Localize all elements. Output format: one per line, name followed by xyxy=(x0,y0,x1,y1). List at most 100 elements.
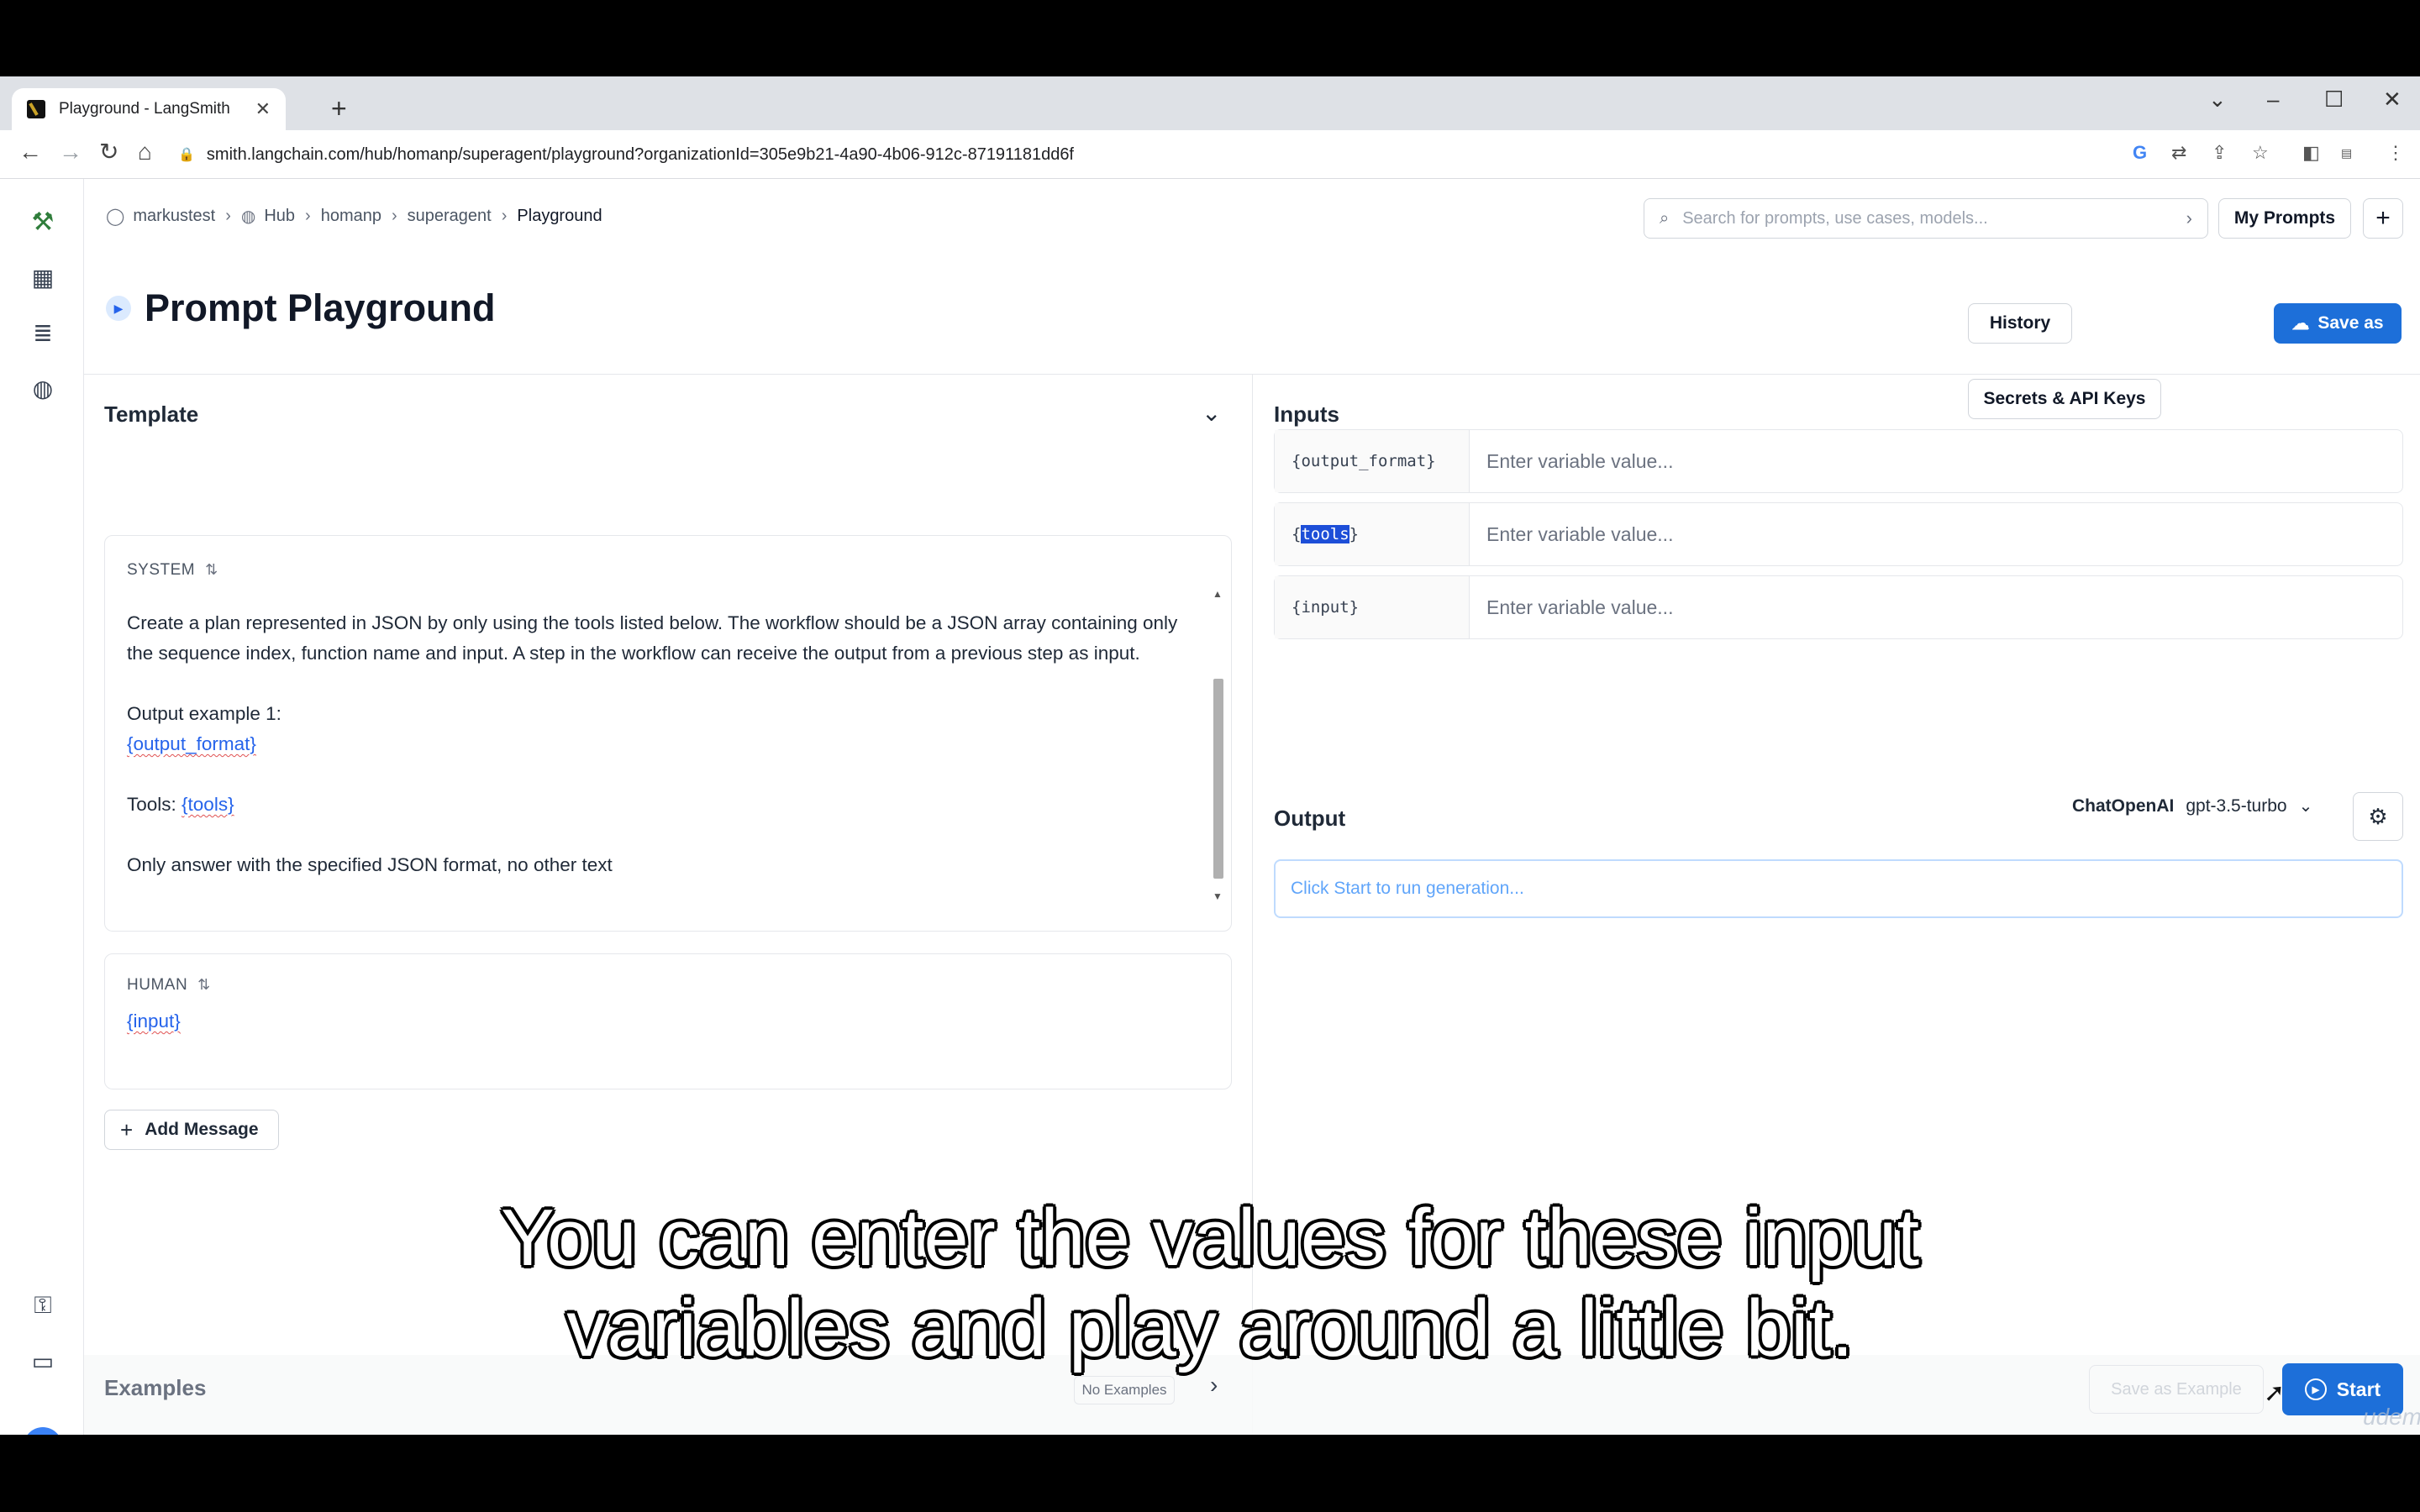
scroll-up-icon[interactable]: ▲ xyxy=(1213,588,1223,600)
chevron-right-icon: › xyxy=(225,207,231,225)
extension-icon[interactable]: ▤ xyxy=(2341,147,2352,159)
subtitle-line-1: You can enter the values for these input xyxy=(500,1193,1920,1283)
variable-value-input[interactable]: Enter variable value... xyxy=(1470,503,2402,565)
output-format-variable: {output_format} xyxy=(127,733,256,754)
scroll-down-icon[interactable]: ▼ xyxy=(1213,890,1223,902)
history-button[interactable]: History xyxy=(1968,303,2072,344)
system-scrollbar[interactable]: ▲ ▼ xyxy=(1211,588,1224,906)
breadcrumb-item-org[interactable]: markustest xyxy=(133,207,215,226)
close-tab-icon[interactable]: ✕ xyxy=(255,98,271,120)
address-bar: ← → ↻ ⌂ 🔒 smith.langchain.com/hub/homanp… xyxy=(0,130,2420,179)
forward-icon[interactable]: → xyxy=(59,140,82,164)
globe-icon: ◍ xyxy=(240,207,256,226)
tools-variable: {tools} xyxy=(182,794,234,815)
url-field[interactable]: 🔒 smith.langchain.com/hub/homanp/superag… xyxy=(178,137,2161,172)
variable-name: {tools} xyxy=(1275,503,1470,565)
chevron-right-icon[interactable]: › xyxy=(1210,1372,1218,1399)
sort-arrows-icon: ⇅ xyxy=(205,561,218,578)
input-row-tools: {tools} Enter variable value... xyxy=(1274,502,2403,566)
no-examples-badge: No Examples xyxy=(1074,1376,1175,1404)
model-settings-button[interactable]: ⚙ xyxy=(2353,792,2403,841)
play-icon: ▶ xyxy=(2304,1378,2327,1400)
page-title: Prompt Playground xyxy=(145,286,496,329)
mouse-cursor-icon: ➚ xyxy=(2264,1379,2286,1407)
translate-icon[interactable]: ⇄ xyxy=(2171,144,2186,162)
video-subtitle: You can enter the values for these input… xyxy=(0,1193,2420,1374)
brace-close: } xyxy=(1349,525,1360,543)
prompt-search-input[interactable]: ⌕ Search for prompts, use cases, models.… xyxy=(1644,198,2208,239)
add-message-label: Add Message xyxy=(145,1120,259,1139)
breadcrumb-item-hub[interactable]: Hub xyxy=(264,207,295,226)
new-tab-icon[interactable]: + xyxy=(331,95,347,122)
variable-name: {output_format} xyxy=(1275,430,1470,492)
secrets-api-keys-button[interactable]: Secrets & API Keys xyxy=(1968,379,2161,419)
human-message-text[interactable]: {input} xyxy=(127,1006,1179,1037)
menu-icon[interactable]: ⋮ xyxy=(2386,144,2405,162)
brace-open: { xyxy=(1292,525,1302,543)
udemy-watermark: udemy xyxy=(2363,1404,2420,1430)
breadcrumb-item-owner[interactable]: homanp xyxy=(321,207,381,226)
breadcrumb: ◯ markustest › ◍ Hub › homanp › superage… xyxy=(106,206,602,227)
hub-globe-icon[interactable]: ◍ xyxy=(29,374,57,402)
chevron-right-icon: › xyxy=(305,207,311,225)
input-row-input: {input} Enter variable value... xyxy=(1274,575,2403,639)
sort-arrows-icon: ⇅ xyxy=(197,976,211,993)
human-role-label: HUMAN xyxy=(127,976,188,994)
tab-search-icon[interactable]: ⌄ xyxy=(2208,87,2227,113)
variable-value-input[interactable]: Enter variable value... xyxy=(1470,430,2402,492)
cloud-upload-icon: ☁ xyxy=(2291,313,2310,333)
save-as-button[interactable]: ☁ Save as xyxy=(2274,303,2402,344)
sliders-icon: ⚙ xyxy=(2368,803,2388,829)
system-message-text[interactable]: Create a plan represented in JSON by onl… xyxy=(127,608,1179,880)
langsmith-logo-icon[interactable]: ⚒ xyxy=(29,207,57,236)
search-placeholder: Search for prompts, use cases, models... xyxy=(1682,208,1988,228)
user-avatar[interactable]: ◉ xyxy=(24,1427,62,1435)
human-role-selector[interactable]: HUMAN ⇅ xyxy=(127,976,211,995)
examples-title: Examples xyxy=(104,1375,207,1400)
system-paragraph: Create a plan represented in JSON by onl… xyxy=(127,612,1178,664)
minimize-icon[interactable]: – xyxy=(2267,87,2279,113)
person-icon: ◯ xyxy=(106,207,125,226)
playground-icon: ▶ xyxy=(106,296,131,321)
variable-name: {input} xyxy=(1275,576,1470,638)
breadcrumb-item-repo[interactable]: superagent xyxy=(408,207,492,226)
output-area: Click Start to run generation... xyxy=(1274,859,2403,918)
maximize-icon[interactable]: ☐ xyxy=(2324,87,2344,113)
close-window-icon[interactable]: ✕ xyxy=(2383,87,2402,113)
dashboard-grid-icon[interactable]: ▦ xyxy=(29,263,57,291)
scrollbar-thumb[interactable] xyxy=(1213,679,1223,879)
variable-value-input[interactable]: Enter variable value... xyxy=(1470,576,2402,638)
back-icon[interactable]: ← xyxy=(18,140,42,164)
model-name: gpt-3.5-turbo xyxy=(2186,795,2287,816)
url-text: smith.langchain.com/hub/homanp/superagen… xyxy=(206,144,1074,164)
datasets-icon[interactable]: ≣ xyxy=(29,318,57,347)
add-message-button[interactable]: + Add Message xyxy=(104,1110,279,1150)
search-icon: ⌕ xyxy=(1660,208,1670,228)
input-row-output-format: {output_format} Enter variable value... xyxy=(1274,429,2403,493)
my-prompts-button[interactable]: My Prompts xyxy=(2218,198,2351,239)
google-icon[interactable]: G xyxy=(2133,144,2147,162)
langsmith-favicon-icon xyxy=(27,100,45,118)
output-example-line: Output example 1: xyxy=(127,703,281,724)
system-role-selector[interactable]: SYSTEM ⇅ xyxy=(127,561,218,580)
share-icon[interactable]: ⇪ xyxy=(2212,144,2227,162)
system-message-card[interactable]: SYSTEM ⇅ Create a plan represented in JSO… xyxy=(104,535,1232,932)
model-selector[interactable]: ChatOpenAI gpt-3.5-turbo ⌄ xyxy=(2072,795,2312,816)
chevron-down-icon[interactable]: ⌄ xyxy=(1202,399,1221,427)
start-label: Start xyxy=(2336,1378,2381,1400)
model-provider: ChatOpenAI xyxy=(2072,795,2175,816)
page-header: ▶ Prompt Playground xyxy=(106,286,496,330)
chevron-right-icon: › xyxy=(501,207,508,225)
inputs-title: Inputs xyxy=(1274,402,1339,427)
bookmark-star-icon[interactable]: ☆ xyxy=(2252,144,2269,162)
home-icon[interactable]: ⌂ xyxy=(138,140,152,164)
side-panel-icon[interactable]: ◧ xyxy=(2302,144,2320,162)
template-title: Template xyxy=(104,402,199,427)
browser-tab[interactable]: Playground - LangSmith ✕ xyxy=(12,88,286,130)
human-message-card[interactable]: HUMAN ⇅ {input} xyxy=(104,953,1232,1089)
reload-icon[interactable]: ↻ xyxy=(99,140,118,164)
new-prompt-button[interactable]: + xyxy=(2363,198,2403,239)
input-variable: {input} xyxy=(127,1011,181,1032)
chevron-right-icon: › xyxy=(391,207,397,225)
chevron-down-icon: ⌄ xyxy=(2298,797,2313,816)
